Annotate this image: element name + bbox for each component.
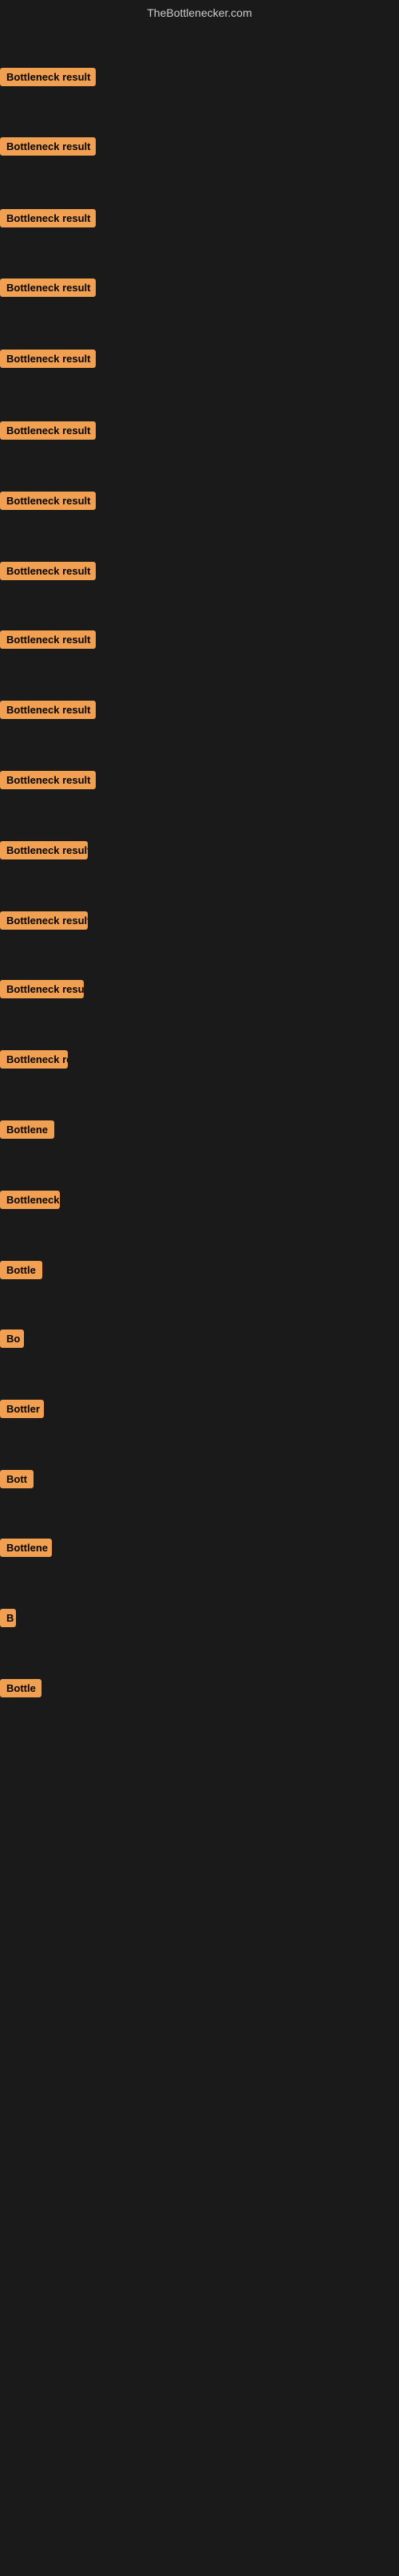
bottleneck-result-badge[interactable]: Bottleneck result — [0, 137, 96, 156]
badge-container-14: Bottleneck result — [0, 980, 84, 1002]
bottleneck-result-badge[interactable]: Bottleneck result — [0, 630, 96, 649]
badge-container-5: Bottleneck result — [0, 350, 96, 372]
badge-container-4: Bottleneck result — [0, 279, 96, 301]
badge-container-15: Bottleneck re — [0, 1050, 68, 1073]
badge-container-19: Bo — [0, 1329, 24, 1352]
bottleneck-result-badge[interactable]: Bott — [0, 1470, 34, 1488]
badge-container-6: Bottleneck result — [0, 421, 96, 444]
bottleneck-result-badge[interactable]: Bottleneck result — [0, 562, 96, 580]
bottleneck-result-badge[interactable]: Bottleneck result — [0, 421, 96, 440]
bottleneck-result-badge[interactable]: Bottleneck result — [0, 980, 84, 998]
bottleneck-result-badge[interactable]: Bottle — [0, 1679, 41, 1697]
badge-container-23: B — [0, 1609, 16, 1631]
site-title: TheBottlenecker.com — [0, 0, 399, 22]
bottleneck-result-badge[interactable]: Bottlene — [0, 1539, 52, 1557]
badge-container-9: Bottleneck result — [0, 630, 96, 653]
badge-container-12: Bottleneck result — [0, 841, 88, 863]
bottleneck-result-badge[interactable]: Bottleneck re — [0, 1050, 68, 1069]
bottleneck-result-badge[interactable]: Bottler — [0, 1400, 44, 1418]
badge-container-3: Bottleneck result — [0, 209, 96, 231]
badge-container-20: Bottler — [0, 1400, 44, 1422]
bottleneck-result-badge[interactable]: Bottleneck result — [0, 350, 96, 368]
badge-container-1: Bottleneck result — [0, 68, 96, 90]
badge-container-16: Bottlene — [0, 1120, 54, 1143]
bottleneck-result-badge[interactable]: Bottleneck result — [0, 771, 96, 789]
bottleneck-result-badge[interactable]: Bottleneck result — [0, 911, 88, 930]
badge-container-13: Bottleneck result — [0, 911, 88, 934]
badge-container-22: Bottlene — [0, 1539, 52, 1561]
badge-container-17: Bottleneck — [0, 1191, 60, 1213]
bottleneck-result-badge[interactable]: Bottleneck result — [0, 841, 88, 859]
bottleneck-result-badge[interactable]: B — [0, 1609, 16, 1627]
bottleneck-result-badge[interactable]: Bottleneck result — [0, 68, 96, 86]
bottleneck-result-badge[interactable]: Bottleneck result — [0, 492, 96, 510]
bottleneck-result-badge[interactable]: Bottleneck result — [0, 701, 96, 719]
bottleneck-result-badge[interactable]: Bottleneck — [0, 1191, 60, 1209]
bottleneck-result-badge[interactable]: Bo — [0, 1329, 24, 1348]
bottleneck-result-badge[interactable]: Bottlene — [0, 1120, 54, 1139]
bottleneck-result-badge[interactable]: Bottleneck result — [0, 279, 96, 297]
badge-container-24: Bottle — [0, 1679, 41, 1701]
badge-container-10: Bottleneck result — [0, 701, 96, 723]
badge-container-18: Bottle — [0, 1261, 42, 1283]
badge-container-8: Bottleneck result — [0, 562, 96, 584]
badge-container-2: Bottleneck result — [0, 137, 96, 160]
badge-container-7: Bottleneck result — [0, 492, 96, 514]
bottleneck-result-badge[interactable]: Bottle — [0, 1261, 42, 1279]
badge-container-21: Bott — [0, 1470, 34, 1492]
bottleneck-result-badge[interactable]: Bottleneck result — [0, 209, 96, 227]
badge-container-11: Bottleneck result — [0, 771, 96, 793]
